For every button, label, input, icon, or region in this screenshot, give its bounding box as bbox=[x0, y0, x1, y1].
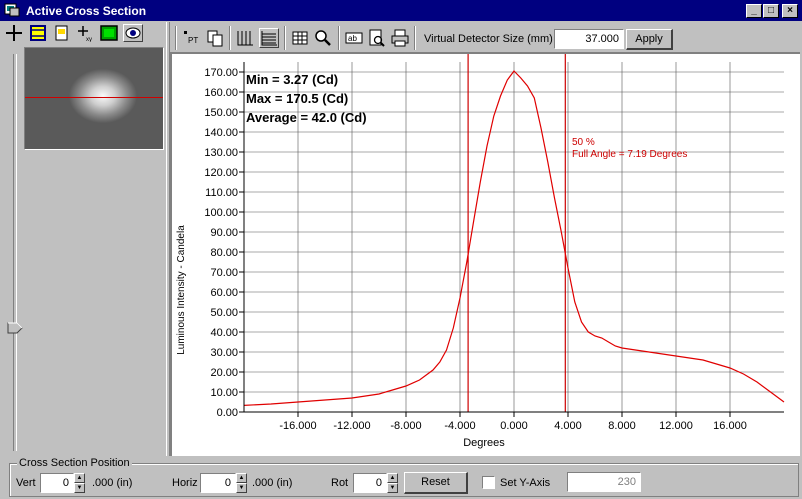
x-tick-label: 16.000 bbox=[713, 420, 747, 432]
y-tick-label: 70.00 bbox=[210, 267, 238, 279]
rot-input[interactable]: 0 bbox=[353, 473, 387, 493]
set-y-axis-label: Set Y-Axis bbox=[500, 477, 551, 489]
svg-text:PT: PT bbox=[188, 36, 198, 45]
y-tick-label: 150.00 bbox=[204, 107, 238, 119]
print-preview-icon[interactable] bbox=[367, 28, 387, 48]
vertical-grid-icon[interactable] bbox=[235, 28, 255, 48]
x-tick-label: -12.000 bbox=[333, 420, 370, 432]
y-tick-label: 50.00 bbox=[210, 307, 238, 319]
horiz-unit: .000 (in) bbox=[252, 477, 293, 489]
detector-size-label: Virtual Detector Size (mm) bbox=[424, 33, 553, 45]
stat-max: Max = 170.5 (Cd) bbox=[246, 91, 348, 106]
minimize-button[interactable]: _ bbox=[746, 4, 762, 18]
toolbar-separator bbox=[284, 26, 286, 50]
horizontal-grid-icon[interactable] bbox=[259, 28, 279, 48]
y-tick-label: 110.00 bbox=[205, 187, 238, 199]
horiz-input[interactable]: 0 bbox=[200, 473, 236, 493]
annotation-full-angle: Full Angle = 7.19 Degrees bbox=[572, 149, 687, 160]
x-tick-label: 0.000 bbox=[500, 420, 528, 432]
y-tick-label: 130.00 bbox=[204, 147, 238, 159]
print-icon[interactable] bbox=[390, 28, 410, 48]
image-file-icon[interactable] bbox=[52, 24, 72, 42]
x-tick-label: -8.000 bbox=[390, 420, 421, 432]
close-button[interactable]: × bbox=[782, 4, 798, 18]
cross-section-position-label: Cross Section Position bbox=[17, 457, 132, 469]
x-tick-labels: -16.000 -12.000 -8.000 -4.000 0.000 4.000 8.00… bbox=[279, 420, 746, 432]
crosshair-icon[interactable] bbox=[4, 24, 24, 42]
toolbar-separator bbox=[175, 26, 177, 50]
x-axis-label: Degrees bbox=[463, 437, 505, 449]
y-tick-label: 80.00 bbox=[210, 247, 238, 259]
set-y-axis-checkbox[interactable] bbox=[482, 476, 495, 489]
table-grid-icon[interactable] bbox=[290, 28, 310, 48]
coordinate-tool-icon[interactable]: xy bbox=[76, 24, 96, 43]
reset-button[interactable]: Reset bbox=[404, 472, 468, 494]
vert-unit: .000 (in) bbox=[92, 477, 133, 489]
zoom-icon[interactable] bbox=[313, 28, 333, 48]
color-map-icon[interactable] bbox=[99, 24, 119, 42]
window-title: Active Cross Section bbox=[26, 4, 147, 18]
eye-icon[interactable] bbox=[123, 24, 143, 42]
x-tick-label: 4.000 bbox=[554, 420, 582, 432]
cross-section-line[interactable] bbox=[25, 97, 163, 98]
rot-label: Rot bbox=[331, 477, 349, 489]
title-bar: Active Cross Section _ □ × bbox=[0, 0, 802, 21]
chart-panel: 0.00 10.00 20.00 30.00 40.00 50.00 60.00 70.00 8… bbox=[170, 52, 800, 456]
y-tick-label: 160.00 bbox=[204, 87, 238, 99]
toolbar-separator bbox=[229, 26, 231, 50]
rot-spinner[interactable]: ▲ ▼ bbox=[387, 473, 398, 493]
maximize-button[interactable]: □ bbox=[763, 4, 779, 18]
stat-min: Min = 3.27 (Cd) bbox=[246, 72, 338, 87]
y-tick-labels: 0.00 10.00 20.00 30.00 40.00 50.00 60.00 70.00 8… bbox=[204, 67, 238, 419]
stat-average: Average = 42.0 (Cd) bbox=[246, 110, 367, 125]
apply-button[interactable]: Apply bbox=[626, 29, 673, 50]
annotation-percent: 50 % bbox=[572, 137, 595, 148]
image-thumbnail[interactable] bbox=[24, 47, 164, 150]
svg-text:xy: xy bbox=[86, 37, 92, 42]
y-tick-label: 100.00 bbox=[204, 207, 238, 219]
vertical-slider-thumb[interactable] bbox=[7, 322, 23, 334]
vert-spinner[interactable]: ▲ ▼ bbox=[74, 473, 85, 493]
y-tick-label: 20.00 bbox=[210, 367, 238, 379]
y-tick-label: 0.00 bbox=[217, 407, 238, 419]
y-axis-label: Luminous Intensity - Candela bbox=[176, 225, 187, 355]
app-icon bbox=[4, 3, 20, 17]
label-points-icon[interactable]: PT bbox=[182, 28, 202, 48]
filmstrip-icon[interactable] bbox=[28, 24, 48, 42]
y-tick-label: 120.00 bbox=[204, 167, 238, 179]
y-tick-label: 30.00 bbox=[210, 347, 238, 359]
detector-size-input[interactable]: 37.000 bbox=[554, 29, 624, 49]
x-tick-label: -4.000 bbox=[444, 420, 475, 432]
svg-text:ab: ab bbox=[348, 34, 357, 43]
vert-input[interactable]: 0 bbox=[40, 473, 74, 493]
angle-marker-lines bbox=[467, 54, 566, 412]
y-tick-label: 10.00 bbox=[210, 387, 238, 399]
x-tick-label: 12.000 bbox=[659, 420, 693, 432]
y-tick-label: 170.00 bbox=[204, 67, 238, 79]
y-tick-label: 40.00 bbox=[210, 327, 238, 339]
y-tick-label: 140.00 bbox=[204, 127, 238, 139]
toolbar-separator bbox=[414, 26, 416, 50]
copy-icon[interactable] bbox=[205, 28, 225, 48]
cross-section-chart: 0.00 10.00 20.00 30.00 40.00 50.00 60.00 70.00 8… bbox=[176, 54, 785, 449]
x-tick-label: 8.000 bbox=[608, 420, 636, 432]
horiz-label: Horiz bbox=[172, 477, 198, 489]
x-tick-label: -16.000 bbox=[279, 420, 316, 432]
y-axis-max-input[interactable]: 230 bbox=[567, 472, 641, 492]
vert-label: Vert bbox=[16, 477, 36, 489]
y-tick-label: 60.00 bbox=[210, 287, 238, 299]
horiz-spinner[interactable]: ▲ ▼ bbox=[236, 473, 247, 493]
y-tick-label: 90.00 bbox=[210, 227, 238, 239]
text-label-icon[interactable]: ab bbox=[344, 28, 364, 48]
vertical-slider-track[interactable] bbox=[13, 54, 17, 451]
toolbar-separator bbox=[338, 26, 340, 50]
